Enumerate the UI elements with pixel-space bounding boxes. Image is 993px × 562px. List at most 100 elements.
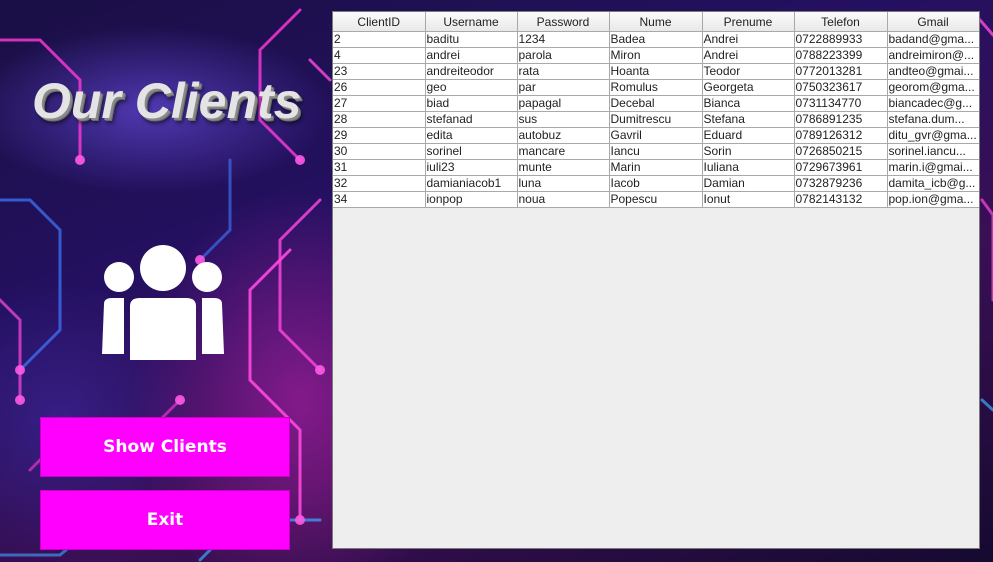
table-row[interactable]: 30 sorinel mancare Iancu Sorin 0726850215 sori… <box>333 143 979 160</box>
cell-prenume[interactable]: Bianca <box>702 95 795 112</box>
cell-prenume[interactable]: Stefana <box>702 111 795 128</box>
cell-gmail[interactable]: andteo@gmai... <box>887 63 979 80</box>
cell-gmail[interactable]: badand@gma... <box>887 31 979 48</box>
cell-telefon[interactable]: 0731134770 <box>794 95 888 112</box>
cell-telefon[interactable]: 0789126312 <box>794 127 888 144</box>
cell-nume[interactable]: Popescu <box>609 191 703 208</box>
cell-username[interactable]: ionpop <box>425 191 518 208</box>
cell-nume[interactable]: Romulus <box>609 79 703 96</box>
cell-username[interactable]: geo <box>425 79 518 96</box>
cell-prenume[interactable]: Georgeta <box>702 79 795 96</box>
cell-nume[interactable]: Marin <box>609 159 703 176</box>
cell-username[interactable]: baditu <box>425 31 518 48</box>
cell-telefon[interactable]: 0729673961 <box>794 159 888 176</box>
cell-telefon[interactable]: 0786891235 <box>794 111 888 128</box>
cell-nume[interactable]: Dumitrescu <box>609 111 703 128</box>
cell-nume[interactable]: Hoanta <box>609 63 703 80</box>
cell-nume[interactable]: Gavril <box>609 127 703 144</box>
table-row[interactable]: 31 iuli23 munte Marin Iuliana 0729673961 marin… <box>333 159 979 176</box>
cell-password[interactable]: munte <box>517 159 610 176</box>
cell-password[interactable]: sus <box>517 111 610 128</box>
cell-prenume[interactable]: Ionut <box>702 191 795 208</box>
table-row[interactable]: 32 damianiacob1 luna Iacob Damian 0732879236 d… <box>333 175 979 192</box>
cell-nume[interactable]: Iancu <box>609 143 703 160</box>
cell-telefon[interactable]: 0750323617 <box>794 79 888 96</box>
cell-password[interactable]: rata <box>517 63 610 80</box>
cell-clientid[interactable]: 29 <box>333 127 426 144</box>
cell-gmail[interactable]: pop.ion@gma... <box>887 191 979 208</box>
cell-clientid[interactable]: 26 <box>333 79 426 96</box>
show-clients-button[interactable]: Show Clients <box>40 417 290 477</box>
cell-password[interactable]: parola <box>517 47 610 64</box>
cell-username[interactable]: stefanad <box>425 111 518 128</box>
table-row[interactable]: 29 edita autobuz Gavril Eduard 0789126312 ditu… <box>333 127 979 144</box>
cell-gmail[interactable]: stefana.dum... <box>887 111 979 128</box>
cell-gmail[interactable]: biancadec@g... <box>887 95 979 112</box>
cell-gmail[interactable]: andreimiron@... <box>887 47 979 64</box>
cell-gmail[interactable]: damita_icb@g... <box>887 175 979 192</box>
cell-password[interactable]: papagal <box>517 95 610 112</box>
cell-username[interactable]: andreiteodor <box>425 63 518 80</box>
cell-prenume[interactable]: Iuliana <box>702 159 795 176</box>
cell-nume[interactable]: Miron <box>609 47 703 64</box>
cell-clientid[interactable]: 27 <box>333 95 426 112</box>
cell-telefon[interactable]: 0788223399 <box>794 47 888 64</box>
cell-gmail[interactable]: georom@gma... <box>887 79 979 96</box>
cell-nume[interactable]: Badea <box>609 31 703 48</box>
column-header-telefon[interactable]: Telefon <box>794 12 888 32</box>
table-body: 2 baditu 1234 Badea Andrei 0722889933 badand@g… <box>333 31 979 208</box>
cell-password[interactable]: 1234 <box>517 31 610 48</box>
clients-table-panel[interactable]: ClientID Username Password Nume Prenume … <box>332 11 980 549</box>
cell-prenume[interactable]: Sorin <box>702 143 795 160</box>
cell-clientid[interactable]: 32 <box>333 175 426 192</box>
table-row[interactable]: 26 geo par Romulus Georgeta 0750323617 georom@… <box>333 79 979 96</box>
cell-prenume[interactable]: Damian <box>702 175 795 192</box>
cell-gmail[interactable]: ditu_gvr@gma... <box>887 127 979 144</box>
cell-password[interactable]: par <box>517 79 610 96</box>
cell-prenume[interactable]: Teodor <box>702 63 795 80</box>
cell-clientid[interactable]: 23 <box>333 63 426 80</box>
cell-prenume[interactable]: Andrei <box>702 47 795 64</box>
column-header-prenume[interactable]: Prenume <box>702 12 795 32</box>
cell-telefon[interactable]: 0726850215 <box>794 143 888 160</box>
cell-username[interactable]: edita <box>425 127 518 144</box>
column-header-clientid[interactable]: ClientID <box>333 12 426 32</box>
cell-telefon[interactable]: 0732879236 <box>794 175 888 192</box>
cell-username[interactable]: biad <box>425 95 518 112</box>
column-header-nume[interactable]: Nume <box>609 12 703 32</box>
table-row[interactable]: 27 biad papagal Decebal Bianca 0731134770 bian… <box>333 95 979 112</box>
cell-clientid[interactable]: 31 <box>333 159 426 176</box>
table-row[interactable]: 28 stefanad sus Dumitrescu Stefana 0786891235… <box>333 111 979 128</box>
exit-button[interactable]: Exit <box>40 490 290 550</box>
cell-telefon[interactable]: 0722889933 <box>794 31 888 48</box>
cell-password[interactable]: mancare <box>517 143 610 160</box>
cell-gmail[interactable]: sorinel.iancu... <box>887 143 979 160</box>
cell-password[interactable]: autobuz <box>517 127 610 144</box>
cell-password[interactable]: noua <box>517 191 610 208</box>
cell-nume[interactable]: Decebal <box>609 95 703 112</box>
cell-gmail[interactable]: marin.i@gmai... <box>887 159 979 176</box>
cell-telefon[interactable]: 0782143132 <box>794 191 888 208</box>
cell-password[interactable]: luna <box>517 175 610 192</box>
cell-username[interactable]: andrei <box>425 47 518 64</box>
table-row[interactable]: 2 baditu 1234 Badea Andrei 0722889933 badand@g… <box>333 31 979 48</box>
cell-clientid[interactable]: 28 <box>333 111 426 128</box>
cell-username[interactable]: damianiacob1 <box>425 175 518 192</box>
cell-clientid[interactable]: 34 <box>333 191 426 208</box>
cell-clientid[interactable]: 30 <box>333 143 426 160</box>
column-header-gmail[interactable]: Gmail <box>887 12 979 32</box>
table-row[interactable]: 4 andrei parola Miron Andrei 0788223399 andrei… <box>333 47 979 64</box>
cell-nume[interactable]: Iacob <box>609 175 703 192</box>
cell-prenume[interactable]: Andrei <box>702 31 795 48</box>
cell-username[interactable]: iuli23 <box>425 159 518 176</box>
clients-table: ClientID Username Password Nume Prenume … <box>333 12 979 208</box>
cell-clientid[interactable]: 2 <box>333 31 426 48</box>
cell-telefon[interactable]: 0772013281 <box>794 63 888 80</box>
table-row[interactable]: 34 ionpop noua Popescu Ionut 0782143132 pop.io… <box>333 191 979 208</box>
column-header-username[interactable]: Username <box>425 12 518 32</box>
table-row[interactable]: 23 andreiteodor rata Hoanta Teodor 0772013281… <box>333 63 979 80</box>
cell-username[interactable]: sorinel <box>425 143 518 160</box>
cell-prenume[interactable]: Eduard <box>702 127 795 144</box>
column-header-password[interactable]: Password <box>517 12 610 32</box>
cell-clientid[interactable]: 4 <box>333 47 426 64</box>
